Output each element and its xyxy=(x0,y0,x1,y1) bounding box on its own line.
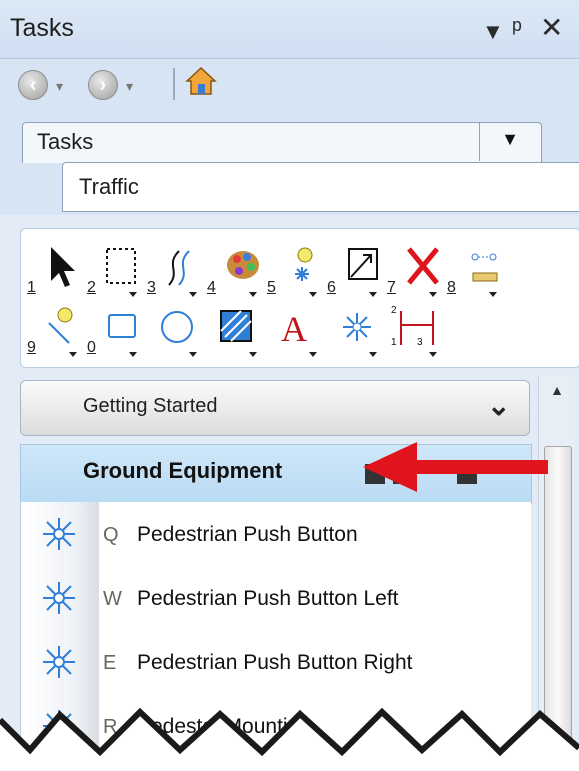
shortcut-key: W xyxy=(103,588,122,610)
tool-number: 5 xyxy=(267,279,276,296)
tool-number: 8 xyxy=(447,279,456,296)
list-item-label: Pedestrian Push Button Left xyxy=(137,587,399,610)
tool-light-bulb[interactable]: 5 xyxy=(267,241,325,299)
flyout-indicator xyxy=(129,292,137,297)
home-icon[interactable] xyxy=(184,64,218,98)
flyout-indicator xyxy=(189,292,197,297)
tool-signal[interactable] xyxy=(327,301,385,359)
tasks-dropdown-button[interactable]: ▼ xyxy=(479,123,540,161)
tool-measure[interactable]: 8 xyxy=(447,241,505,299)
section-ground-equipment-label: Ground Equipment xyxy=(83,458,283,483)
tool-dimension[interactable]: 2 1 3 xyxy=(387,301,445,359)
tool-number: 0 xyxy=(87,339,96,356)
back-history-chevron-icon[interactable]: ▾ xyxy=(56,78,63,95)
circle-icon xyxy=(161,311,193,343)
shortcut-key: Q xyxy=(103,524,119,546)
section-getting-started[interactable]: Getting Started ⌄ xyxy=(20,380,530,436)
hatch-icon xyxy=(220,310,252,342)
flyout-indicator xyxy=(309,352,317,357)
flyout-indicator xyxy=(249,292,257,297)
tool-hatch[interactable] xyxy=(207,301,265,359)
flyout-indicator xyxy=(489,292,497,297)
section-getting-started-label: Getting Started xyxy=(83,395,218,417)
torn-edge-decoration xyxy=(0,707,579,771)
tool-delete[interactable]: 7 xyxy=(387,241,445,299)
tool-text[interactable]: A xyxy=(267,301,325,359)
flyout-indicator xyxy=(129,352,137,357)
tool-number: 3 xyxy=(147,279,156,296)
shortcut-key: E xyxy=(103,652,117,674)
scroll-up-arrow-icon[interactable]: ▲ xyxy=(539,382,575,398)
signal-icon xyxy=(43,582,75,614)
list-item[interactable]: E Pedestrian Push Button Right xyxy=(21,632,531,694)
red-arrow-annotation-icon xyxy=(363,442,548,492)
text-icon: A xyxy=(281,309,307,349)
svg-text:2: 2 xyxy=(391,305,397,316)
flyout-indicator xyxy=(309,292,317,297)
flyout-indicator xyxy=(249,352,257,357)
signal-icon xyxy=(43,646,75,678)
panel-title: Tasks xyxy=(10,14,74,42)
tool-place-bulb[interactable]: 9 xyxy=(27,301,85,359)
tab-traffic-label: Traffic xyxy=(79,174,139,199)
flyout-indicator xyxy=(429,292,437,297)
tool-number: 4 xyxy=(207,279,216,296)
forward-history-chevron-icon[interactable]: ▾ xyxy=(126,78,133,95)
signal-icon xyxy=(343,313,371,341)
tool-rectangle[interactable]: 0 xyxy=(87,301,145,359)
tool-select[interactable]: 1 xyxy=(27,241,85,299)
flyout-indicator xyxy=(369,352,377,357)
svg-text:3: 3 xyxy=(417,337,423,348)
flyout-indicator xyxy=(429,352,437,357)
tool-palette-colors[interactable]: 4 xyxy=(207,241,265,299)
tool-number: 9 xyxy=(27,339,36,356)
tool-number: 6 xyxy=(327,279,336,296)
list-item[interactable]: W Pedestrian Push Button Left xyxy=(21,568,531,630)
list-item-label: Pedestrian Push Button Right xyxy=(137,651,413,674)
tool-circle[interactable] xyxy=(147,301,205,359)
svg-text:A: A xyxy=(281,309,307,349)
svg-text:1: 1 xyxy=(391,337,397,348)
tool-number: 2 xyxy=(87,279,96,296)
tab-traffic[interactable]: Traffic xyxy=(62,162,579,212)
tab-tasks-label: Tasks xyxy=(37,129,94,154)
toolbar-separator xyxy=(173,68,175,100)
flyout-indicator xyxy=(189,352,197,357)
tool-curve[interactable]: 3 xyxy=(147,241,205,299)
flyout-indicator xyxy=(69,352,77,357)
tool-fence[interactable]: 2 xyxy=(87,241,145,299)
forward-arrow-icon[interactable]: › xyxy=(88,70,118,100)
menu-dropdown-icon[interactable]: ▼ xyxy=(482,12,504,52)
title-bar: Tasks ▼ ᵖ ✕ xyxy=(0,0,579,59)
list-item-label: Pedestrian Push Button xyxy=(137,523,358,546)
navigation-toolbar: ‹ ▾ › ▾ xyxy=(6,60,574,112)
tool-number: 1 xyxy=(27,279,36,296)
pin-icon[interactable]: ᵖ xyxy=(512,8,522,48)
close-icon[interactable]: ✕ xyxy=(540,8,563,48)
signal-icon xyxy=(43,518,75,550)
tasks-dropdown-tab[interactable]: Tasks ▼ xyxy=(22,122,542,163)
dimension-icon: 2 1 3 xyxy=(391,305,434,348)
back-arrow-icon[interactable]: ‹ xyxy=(18,70,48,100)
list-item[interactable]: Q Pedestrian Push Button xyxy=(21,504,531,566)
tool-number: 7 xyxy=(387,279,396,296)
chevron-down-icon: ▼ xyxy=(501,129,519,149)
tasks-panel: Tasks ▼ ᵖ ✕ ‹ ▾ › ▾ Tasks ▼ Traffic 1 2 xyxy=(0,0,579,771)
expand-chevron-icon[interactable]: ⌄ xyxy=(487,389,510,422)
tool-palette: 1 2 3 4 5 6 7 8 9 0 A 2 1 3 xyxy=(20,228,579,368)
tool-scale[interactable]: 6 xyxy=(327,241,385,299)
flyout-indicator xyxy=(369,292,377,297)
